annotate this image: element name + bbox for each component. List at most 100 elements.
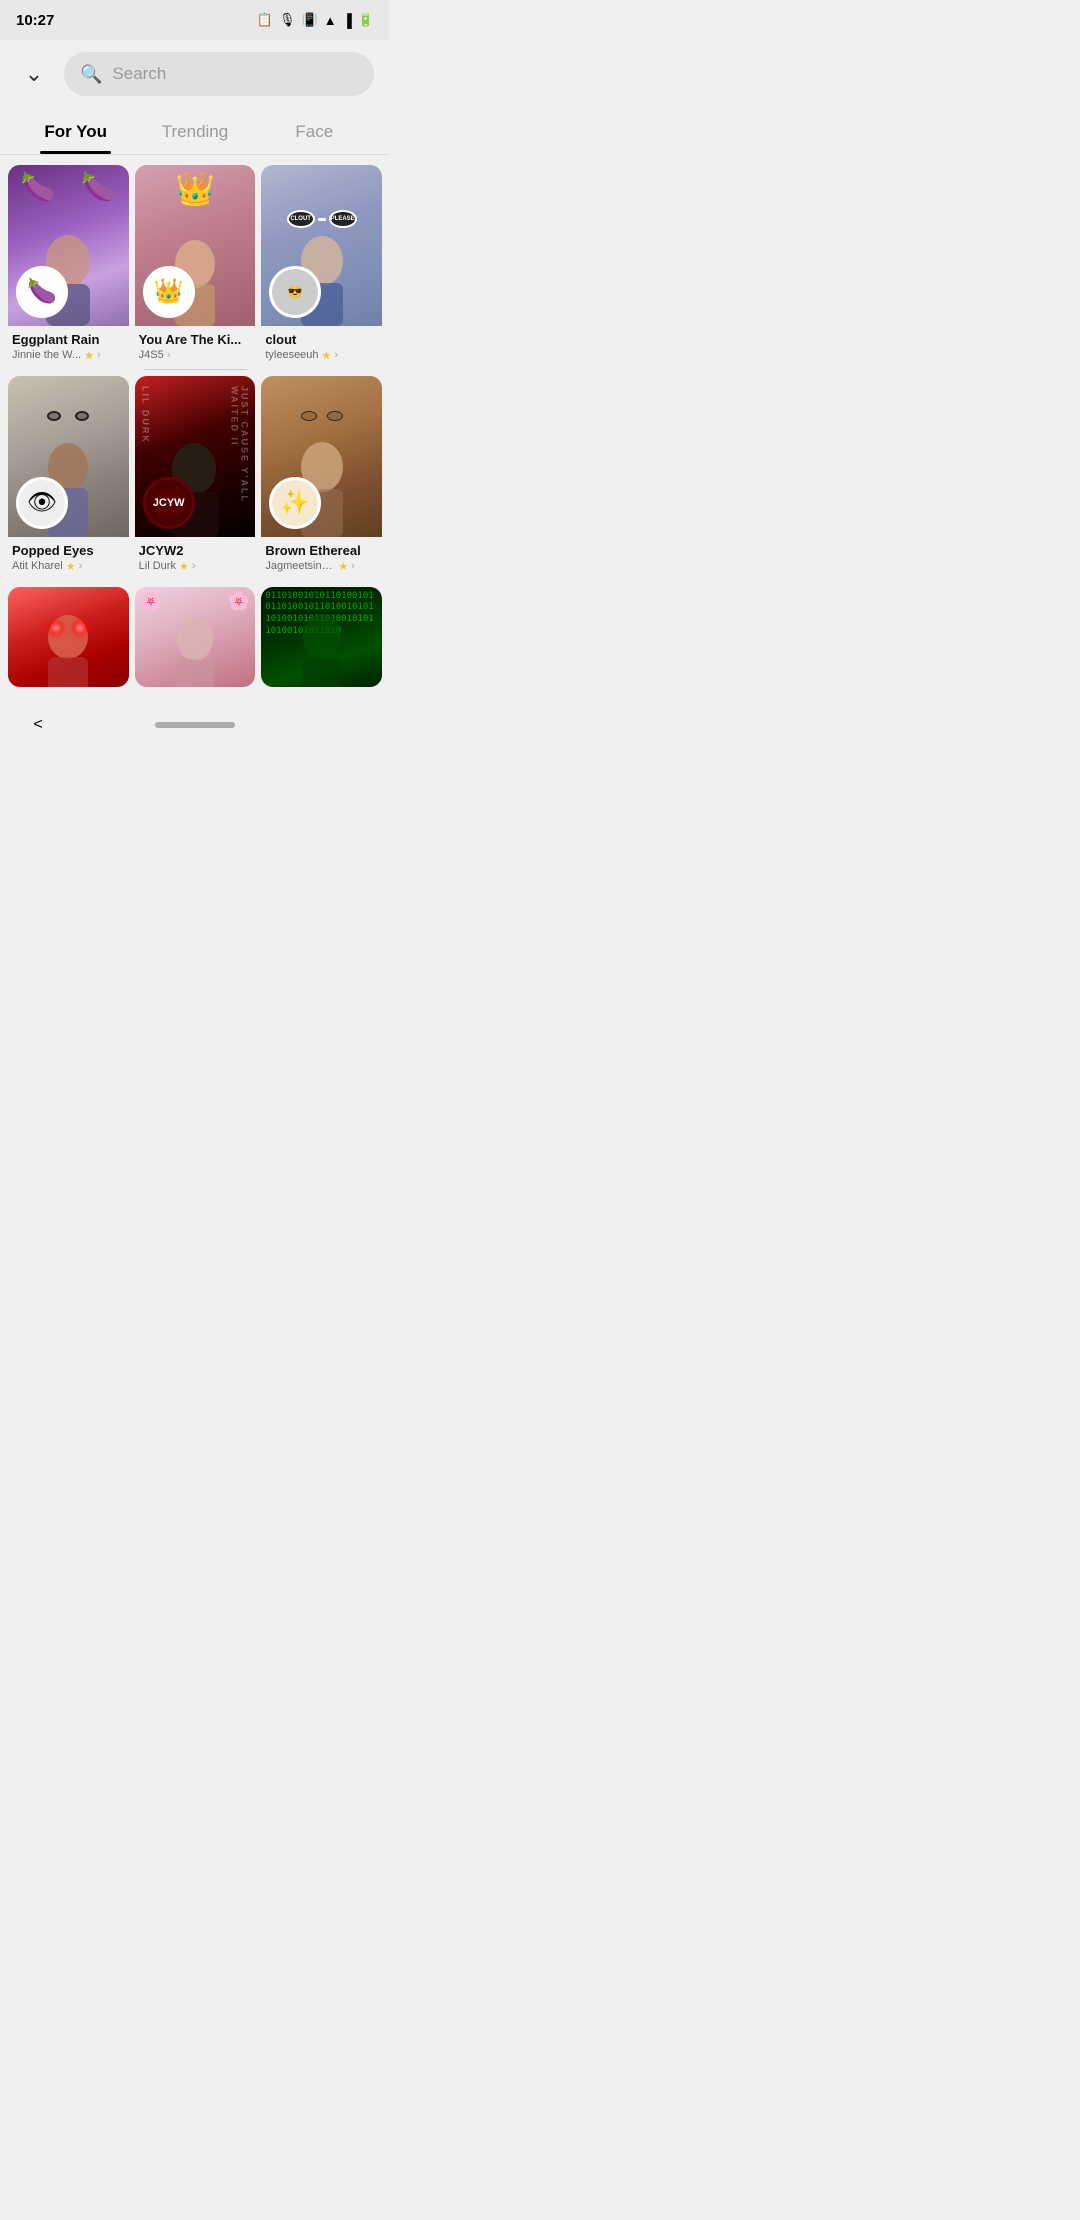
home-indicator [155, 722, 235, 728]
author-name: Jinnie the W... [12, 349, 81, 361]
matrix-face-silhouette [287, 607, 357, 687]
avatar-face: 👁 [19, 480, 65, 526]
red-eye-left [50, 622, 62, 634]
card-image-partial: 🌸 🌸 [135, 587, 256, 687]
card-matrix-face[interactable]: 0110100101011010010101101001011010010101… [261, 587, 382, 687]
card-title: Eggplant Rain [12, 332, 125, 347]
card-info: You Are The Ki... J4S5 › [135, 326, 256, 369]
tab-bar: For You Trending Face [0, 108, 390, 155]
red-eyes-decor [50, 622, 86, 634]
card-author: Atit Kharel ★ › [12, 560, 125, 573]
card-title: clout [265, 332, 378, 347]
face-silhouette [33, 607, 103, 687]
card-info: Popped Eyes Atit Kharel ★ › [8, 537, 129, 581]
chevron-right-icon: › [167, 349, 171, 361]
crown-decor: 👑 [175, 170, 215, 208]
card-avatar: 👑 [143, 266, 195, 318]
blossom-right: 🌸 [228, 591, 250, 612]
star-icon: ★ [66, 560, 76, 573]
card-popped-eyes[interactable]: 👁 Popped Eyes Atit Kharel ★ › [8, 376, 129, 581]
signal-icon: ▐ [343, 13, 352, 28]
blossom-left: 🌸 [140, 591, 162, 612]
chevron-right-icon: › [192, 560, 196, 572]
top-bar: ⌄ 🔍 Search [0, 40, 390, 108]
ethereal-eyes [301, 411, 343, 421]
card-avatar: JCYW [143, 477, 195, 529]
avatar-face: 😎 [272, 269, 318, 315]
status-icons: 📋 🎙 📳 ▲ ▐ 🔋 [257, 12, 374, 28]
card-brown-ethereal[interactable]: ✨ Brown Ethereal Jagmeetsing... ★ › [261, 376, 382, 581]
tab-trending[interactable]: Trending [135, 108, 254, 154]
chevron-right-icon: › [334, 349, 338, 361]
card-you-are-the-king[interactable]: 👑 👑 You Are The Ki... J4S5 › [135, 165, 256, 370]
card-author: Jagmeetsing... ★ › [265, 560, 378, 573]
battery-icon: 🔋 [358, 12, 374, 28]
card-author: Jinnie the W... ★ › [12, 349, 125, 362]
search-icon: 🔍 [80, 64, 102, 85]
avatar-album: JCYW [146, 480, 192, 526]
bottom-back-button[interactable]: < [20, 707, 56, 743]
status-time: 10:27 [16, 12, 54, 29]
chevron-right-icon: › [351, 560, 355, 572]
card-author: tyleeseeuh ★ › [265, 349, 378, 362]
card-title: JCYW2 [139, 543, 252, 558]
jcyw-left-text: LIL DURK [141, 386, 151, 444]
filter-grid: 🍆🍆 🍆 Eggplant Rain Jinnie the W... ★ › 👑 [0, 155, 390, 697]
card-image: 🍆🍆 🍆 [8, 165, 129, 326]
card-author: J4S5 › [139, 349, 252, 361]
face-silhouette [160, 607, 230, 687]
glass-left: CLOUT [287, 210, 315, 228]
card-title: Popped Eyes [12, 543, 125, 558]
avatar-emoji: 🍆 [19, 269, 65, 315]
card-image: ✨ [261, 376, 382, 537]
avatar-emoji: 👑 [146, 269, 192, 315]
card-image: 👑 👑 [135, 165, 256, 326]
clipboard-icon: 📋 [257, 12, 273, 28]
card-info: clout tyleeseeuh ★ › [261, 326, 382, 370]
search-bar[interactable]: 🔍 Search [64, 52, 374, 96]
star-icon: ★ [179, 560, 189, 573]
card-image-partial: 0110100101011010010101101001011010010101… [261, 587, 382, 687]
status-bar: 10:27 📋 🎙 📳 ▲ ▐ 🔋 [0, 0, 390, 40]
card-info: Brown Ethereal Jagmeetsing... ★ › [261, 537, 382, 581]
card-image-partial [8, 587, 129, 687]
bottom-bar: < [0, 697, 390, 759]
card-title: Brown Ethereal [265, 543, 378, 558]
star-icon: ★ [338, 560, 348, 573]
card-jcyw2[interactable]: LIL DURK JUST CAUSE Y'ALL WAITED II JCYW… [135, 376, 256, 581]
red-eye-right [74, 622, 86, 634]
chevron-down-icon: ⌄ [25, 61, 43, 87]
vibrate-icon: 📳 [302, 12, 318, 28]
author-name: J4S5 [139, 349, 164, 361]
chevron-right-icon: › [97, 349, 101, 361]
star-icon: ★ [84, 349, 94, 362]
author-name: Jagmeetsing... [265, 560, 335, 572]
popped-eyes-decor [47, 411, 89, 421]
eggplant-decor: 🍆🍆 [8, 170, 129, 203]
avatar-face: ✨ [272, 480, 318, 526]
card-avatar: 🍆 [16, 266, 68, 318]
back-button[interactable]: ⌄ [16, 56, 52, 92]
glass-right: PLEASE [329, 210, 357, 228]
back-arrow-icon: < [33, 716, 42, 734]
star-icon: ★ [322, 349, 332, 362]
card-cherry-blossom[interactable]: 🌸 🌸 [135, 587, 256, 687]
card-author: Lil Durk ★ › [139, 560, 252, 573]
tab-face[interactable]: Face [255, 108, 374, 154]
card-avatar: 👁 [16, 477, 68, 529]
card-image: 👁 [8, 376, 129, 537]
clout-glasses: CLOUT PLEASE [287, 210, 357, 228]
card-clout[interactable]: CLOUT PLEASE 😎 clout tyleeseeuh ★ › [261, 165, 382, 370]
mic-icon: 🎙 [279, 12, 296, 28]
tab-for-you[interactable]: For You [16, 108, 135, 154]
card-info: Eggplant Rain Jinnie the W... ★ › [8, 326, 129, 370]
card-eggplant-rain[interactable]: 🍆🍆 🍆 Eggplant Rain Jinnie the W... ★ › [8, 165, 129, 370]
author-name: Lil Durk [139, 560, 176, 572]
author-name: Atit Kharel [12, 560, 63, 572]
card-image: CLOUT PLEASE 😎 [261, 165, 382, 326]
card-image: LIL DURK JUST CAUSE Y'ALL WAITED II JCYW [135, 376, 256, 537]
author-name: tyleeseeuh [265, 349, 318, 361]
card-red-glow[interactable] [8, 587, 129, 687]
chevron-right-icon: › [79, 560, 83, 572]
card-title: You Are The Ki... [139, 332, 252, 347]
